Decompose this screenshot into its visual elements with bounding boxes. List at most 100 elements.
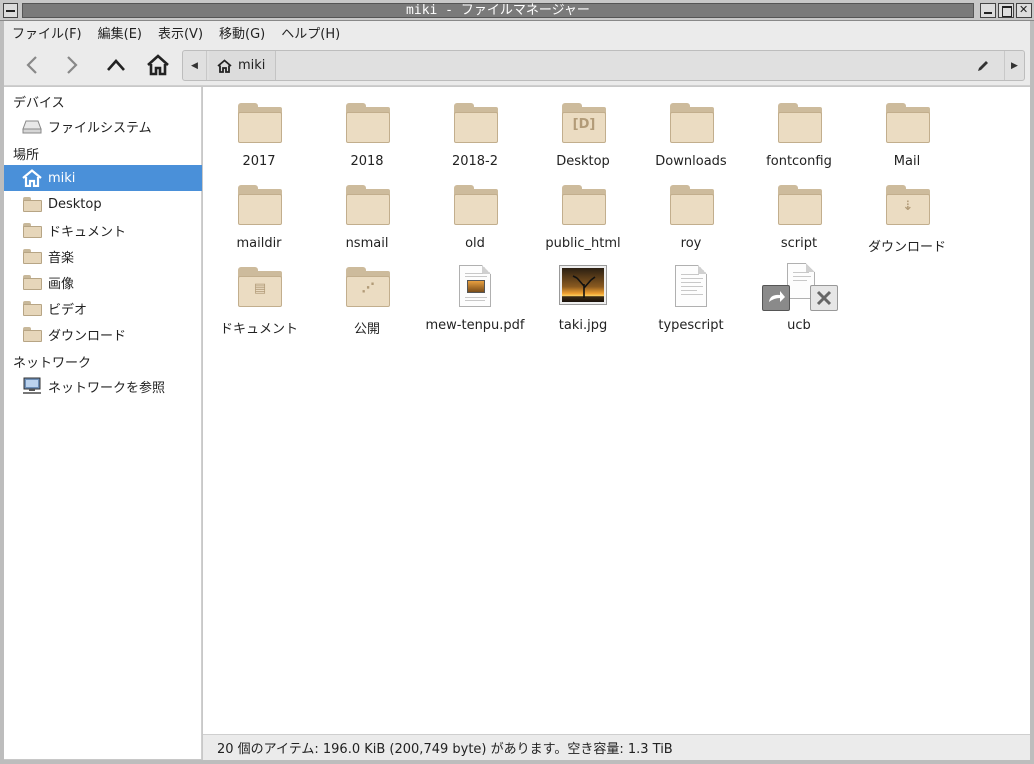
path-scroll-right-button[interactable]: ▶: [1004, 51, 1024, 80]
window-menu-button[interactable]: [3, 3, 18, 18]
edit-location-button[interactable]: [974, 57, 992, 75]
forward-button[interactable]: [58, 52, 86, 78]
file-name: old: [465, 236, 485, 251]
file-item-image[interactable]: taki.jpg: [529, 255, 637, 337]
file-name: mew-tenpu.pdf: [425, 318, 525, 333]
sidebar-item-label: ダウンロード: [48, 328, 127, 344]
file-name: ドキュメント: [219, 322, 298, 337]
folder-icon: [670, 103, 714, 143]
menu-edit[interactable]: 編集(E): [98, 23, 142, 42]
status-text: 20 個のアイテム: 196.0 KiB (200,749 byte) がありま…: [217, 742, 673, 757]
file-name: maildir: [236, 236, 282, 251]
folder-icon: [886, 103, 930, 143]
folder-icon: [454, 185, 498, 225]
drive-icon: [22, 117, 42, 135]
chevron-left-icon: [26, 56, 37, 74]
sidebar-item-label: Desktop: [48, 196, 102, 212]
menu-help[interactable]: ヘルプ(H): [281, 23, 340, 42]
minimize-button[interactable]: [980, 3, 996, 18]
sidebar-item-network[interactable]: ネットワークを参照: [4, 373, 202, 399]
sidebar-item-videos[interactable]: ビデオ: [4, 295, 202, 321]
folder-videos-icon: [22, 299, 42, 317]
menu-bar: ファイル(F) 編集(E) 表示(V) 移動(G) ヘルプ(H): [4, 21, 1030, 44]
window-frame-right: [1030, 21, 1034, 764]
file-name: typescript: [658, 318, 724, 333]
sidebar-header-places: 場所: [13, 148, 40, 163]
file-item-folder[interactable]: public_html: [529, 173, 637, 255]
breadcrumb-label: miki: [238, 58, 266, 73]
sidebar-item-filesystem[interactable]: ファイルシステム: [4, 113, 202, 139]
folder-icon: [238, 103, 282, 143]
folder-icon: [346, 185, 390, 225]
file-item-broken-link[interactable]: ucb: [745, 255, 853, 337]
network-icon: [22, 377, 42, 395]
menu-go[interactable]: 移動(G): [219, 23, 265, 42]
sidebar-item-pictures[interactable]: 画像: [4, 269, 202, 295]
file-name: nsmail: [345, 236, 389, 251]
file-item-folder[interactable]: fontconfig: [745, 91, 853, 173]
file-name: ucb: [787, 318, 811, 333]
location-bar: ◀ miki ▶: [182, 50, 1025, 81]
file-name: 2018-2: [451, 154, 499, 169]
close-button[interactable]: [1016, 3, 1032, 18]
sidebar-item-home[interactable]: miki: [4, 165, 202, 191]
file-item-folder[interactable]: roy: [637, 173, 745, 255]
sidebar-item-documents[interactable]: ドキュメント: [4, 217, 202, 243]
folder-download-icon: [22, 325, 42, 343]
sidebar: デバイス ファイルシステム 場所 miki Desktop ドキュメント 音楽 …: [4, 87, 202, 759]
sidebar-item-label: ネットワークを参照: [48, 380, 166, 396]
file-item-folder[interactable]: script: [745, 173, 853, 255]
title-bar[interactable]: miki - ファイルマネージャー: [0, 0, 1034, 21]
folder-download-icon: ⇣: [886, 185, 930, 225]
file-name: ダウンロード: [867, 240, 946, 255]
sidebar-item-download[interactable]: ダウンロード: [4, 321, 202, 347]
file-name: 2017: [242, 154, 276, 169]
up-button[interactable]: [102, 52, 130, 78]
sidebar-item-label: 音楽: [48, 250, 75, 266]
sidebar-header-devices: デバイス: [13, 96, 65, 111]
file-item-folder[interactable]: maildir: [205, 173, 313, 255]
chevron-right-icon: [67, 56, 78, 74]
back-button[interactable]: [18, 52, 46, 78]
toolbar: ◀ miki ▶: [4, 44, 1030, 86]
file-item-folder[interactable]: 2017: [205, 91, 313, 173]
folder-icon: [778, 103, 822, 143]
maximize-button[interactable]: [998, 3, 1014, 18]
sidebar-item-label: ファイルシステム: [48, 120, 152, 136]
file-item-folder[interactable]: Downloads: [637, 91, 745, 173]
home-button[interactable]: [144, 52, 172, 78]
sidebar-item-desktop[interactable]: Desktop: [4, 191, 202, 217]
file-item-folder[interactable]: ⇣ ダウンロード: [853, 173, 961, 255]
file-item-folder[interactable]: ▤ ドキュメント: [205, 255, 313, 337]
sidebar-item-music[interactable]: 音楽: [4, 243, 202, 269]
file-view[interactable]: 2017 2018 2018-2 [D] Desktop Downloads f…: [203, 87, 1030, 734]
file-name: 公開: [353, 322, 380, 337]
file-item-text[interactable]: typescript: [637, 255, 745, 337]
broken-link-icon: [762, 263, 838, 311]
file-item-folder[interactable]: Mail: [853, 91, 961, 173]
file-item-folder[interactable]: [D] Desktop: [529, 91, 637, 173]
breadcrumb-home[interactable]: miki: [209, 51, 277, 80]
folder-icon: [346, 103, 390, 143]
status-bar: 20 個のアイテム: 196.0 KiB (200,749 byte) がありま…: [203, 734, 1030, 760]
folder-icon: [562, 185, 606, 225]
file-item-folder[interactable]: 2018: [313, 91, 421, 173]
chevron-up-icon: [107, 59, 125, 71]
folder-icon: [670, 185, 714, 225]
file-item-folder[interactable]: old: [421, 173, 529, 255]
window-frame-bottom: [0, 760, 1034, 764]
file-name: public_html: [545, 236, 621, 251]
title-bar-center: miki - ファイルマネージャー: [22, 3, 974, 18]
home-icon: [217, 58, 232, 73]
file-item-pdf[interactable]: mew-tenpu.pdf: [421, 255, 529, 337]
menu-file[interactable]: ファイル(F): [12, 23, 82, 42]
file-name: roy: [680, 236, 702, 251]
folder-pictures-icon: [22, 273, 42, 291]
path-scroll-left-button[interactable]: ◀: [183, 51, 207, 80]
sidebar-item-label: ビデオ: [48, 302, 88, 318]
file-item-folder[interactable]: ⋰ 公開: [313, 255, 421, 337]
sidebar-header-network: ネットワーク: [13, 356, 92, 371]
file-item-folder[interactable]: nsmail: [313, 173, 421, 255]
file-item-folder[interactable]: 2018-2: [421, 91, 529, 173]
menu-view[interactable]: 表示(V): [158, 23, 203, 42]
